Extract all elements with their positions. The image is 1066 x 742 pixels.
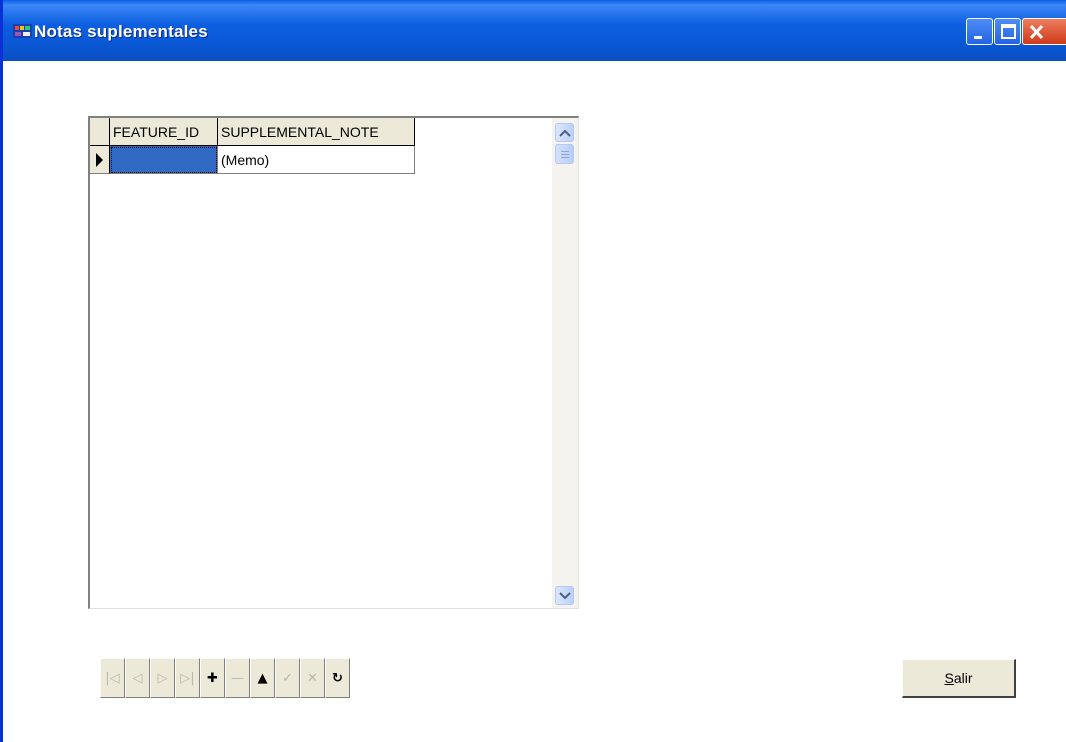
column-header-supplemental-note[interactable]: SUPPLEMENTAL_NOTE — [218, 118, 415, 146]
minimize-button[interactable] — [966, 18, 993, 45]
cell-supplemental-note[interactable]: (Memo) — [218, 146, 415, 174]
column-header-feature-id[interactable]: FEATURE_ID — [110, 118, 218, 146]
post-record-button[interactable]: ✓ — [275, 658, 300, 698]
chevron-up-icon — [559, 129, 571, 137]
exit-button[interactable]: Salir — [902, 659, 1016, 698]
first-record-button[interactable]: |◁ — [100, 658, 125, 698]
minimize-icon — [974, 36, 982, 39]
refresh-icon: ↻ — [332, 670, 343, 686]
cell-feature-id[interactable] — [110, 146, 218, 174]
maximize-icon — [1001, 24, 1016, 39]
last-icon: ▷| — [180, 670, 195, 686]
first-icon: |◁ — [105, 670, 120, 686]
prior-record-button[interactable]: ◁ — [125, 658, 150, 698]
app-icon — [13, 24, 32, 38]
window-border — [0, 0, 3, 742]
app-window: Notas suplementales FEATURE_ID SUPPLEMEN… — [0, 0, 1066, 742]
data-grid[interactable]: FEATURE_ID SUPPLEMENTAL_NOTE (Memo) — [88, 116, 579, 609]
scroll-thumb[interactable] — [555, 144, 574, 164]
close-button[interactable] — [1022, 18, 1066, 45]
plus-icon: ✚ — [207, 670, 218, 686]
cancel-record-button[interactable]: ✕ — [300, 658, 325, 698]
prior-icon: ◁ — [132, 670, 143, 686]
scroll-up-button[interactable] — [555, 123, 574, 142]
exit-button-label: alir — [953, 670, 973, 686]
close-icon — [1029, 24, 1044, 40]
last-record-button[interactable]: ▷| — [175, 658, 200, 698]
vertical-scrollbar[interactable] — [552, 118, 578, 608]
minus-icon: — — [231, 670, 244, 686]
next-record-button[interactable]: ▷ — [150, 658, 175, 698]
title-bar[interactable]: Notas suplementales — [0, 0, 1066, 61]
up-triangle-icon: ▲ — [257, 670, 268, 686]
edit-record-button[interactable]: ▲ — [250, 658, 275, 698]
refresh-record-button[interactable]: ↻ — [325, 658, 350, 698]
next-icon: ▷ — [157, 670, 168, 686]
current-row-arrow-icon — [96, 153, 103, 167]
x-icon: ✕ — [307, 670, 318, 686]
exit-button-accel: S — [944, 670, 954, 686]
chevron-down-icon — [559, 592, 571, 600]
delete-record-button[interactable]: — — [225, 658, 250, 698]
record-navigator: |◁ ◁ ▷ ▷| ✚ — ▲ ✓ ✕ ↻ — [100, 658, 350, 698]
check-icon: ✓ — [282, 670, 293, 686]
header-indicator — [90, 118, 110, 146]
grid-body: FEATURE_ID SUPPLEMENTAL_NOTE (Memo) — [90, 118, 552, 608]
scroll-down-button[interactable] — [555, 586, 574, 605]
maximize-button[interactable] — [994, 18, 1021, 45]
window-title: Notas suplementales — [34, 22, 208, 41]
insert-record-button[interactable]: ✚ — [200, 658, 225, 698]
row-indicator[interactable] — [90, 146, 110, 174]
